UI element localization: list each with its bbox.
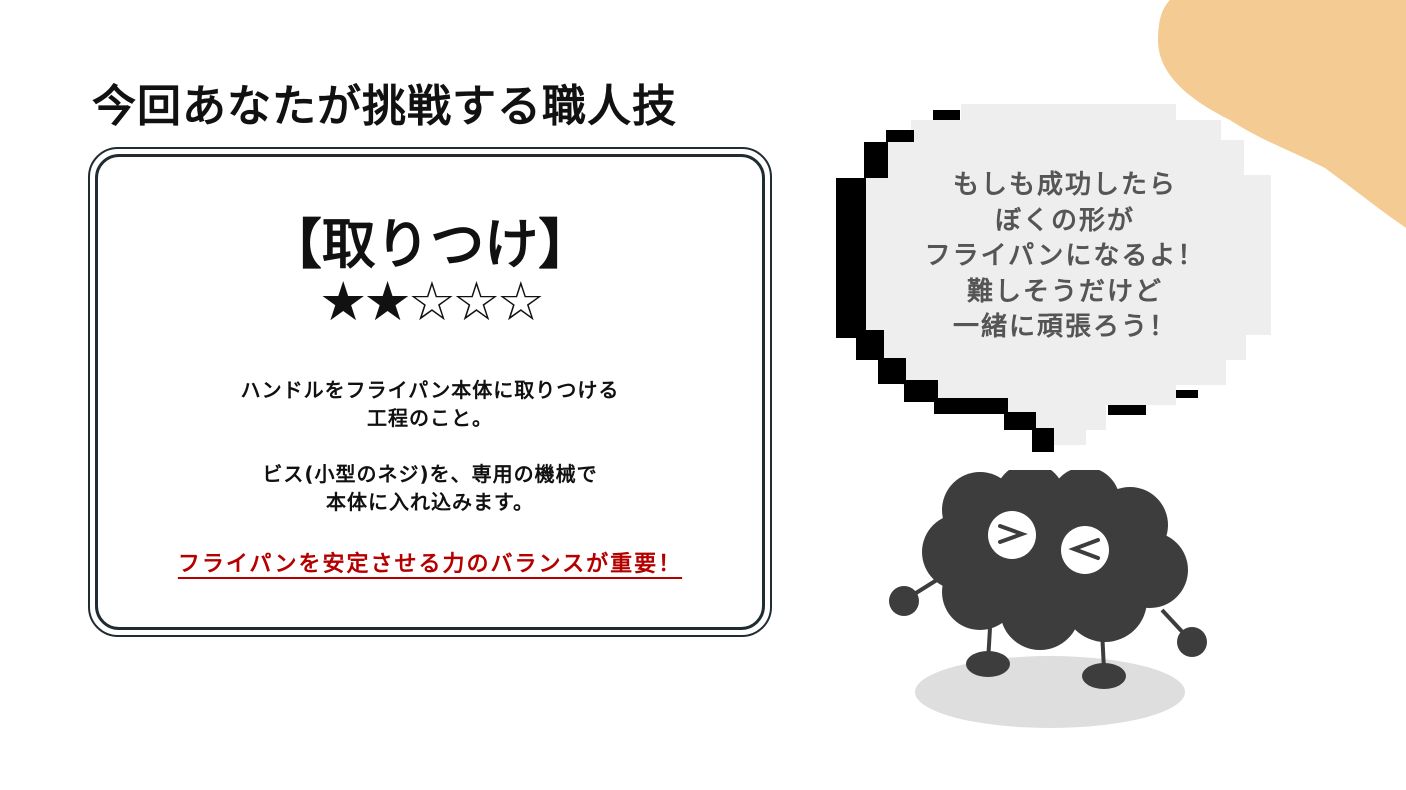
- description-line: ビス(小型のネジ)を、専用の機械で: [262, 462, 598, 486]
- description-line: ハンドルをフライパン本体に取りつける: [240, 378, 620, 402]
- description-block-1: ハンドルをフライパン本体に取りつける 工程のこと。: [95, 376, 765, 432]
- speech-line: フライパンになるよ！: [924, 241, 1206, 271]
- skill-name: 【取りつけ】: [267, 213, 593, 276]
- description-block-2: ビス(小型のネジ)を、専用の機械で 本体に入れ込みます。: [95, 460, 765, 516]
- speech-line: もしも成功したら: [952, 170, 1177, 200]
- emphasis-text: フライパンを安定させる力のバランスが重要！: [95, 546, 765, 578]
- difficulty-rating: ★★☆☆☆: [95, 272, 765, 332]
- description-line: 工程のこと。: [367, 406, 493, 430]
- speech-bubble-text: もしも成功したら ぼくの形が フライパンになるよ！ 難しそうだけど 一緒に頑張ろ…: [900, 168, 1230, 346]
- mascot-shadow: [915, 656, 1185, 728]
- cloud-character-icon: [889, 470, 1207, 728]
- page-title: 今回あなたが挑戦する職人技: [92, 81, 677, 132]
- star-filled-icon: ★★: [318, 270, 412, 333]
- description-line: 本体に入れ込みます。: [326, 490, 534, 514]
- speech-line: ぼくの形が: [994, 205, 1135, 236]
- speech-line: 一緒に頑張ろう！: [952, 312, 1177, 342]
- emphasis-underlined: フライパンを安定させる力のバランスが重要！: [177, 552, 683, 577]
- speech-line: 難しそうだけど: [966, 276, 1163, 307]
- star-empty-icon: ☆☆☆: [407, 270, 545, 333]
